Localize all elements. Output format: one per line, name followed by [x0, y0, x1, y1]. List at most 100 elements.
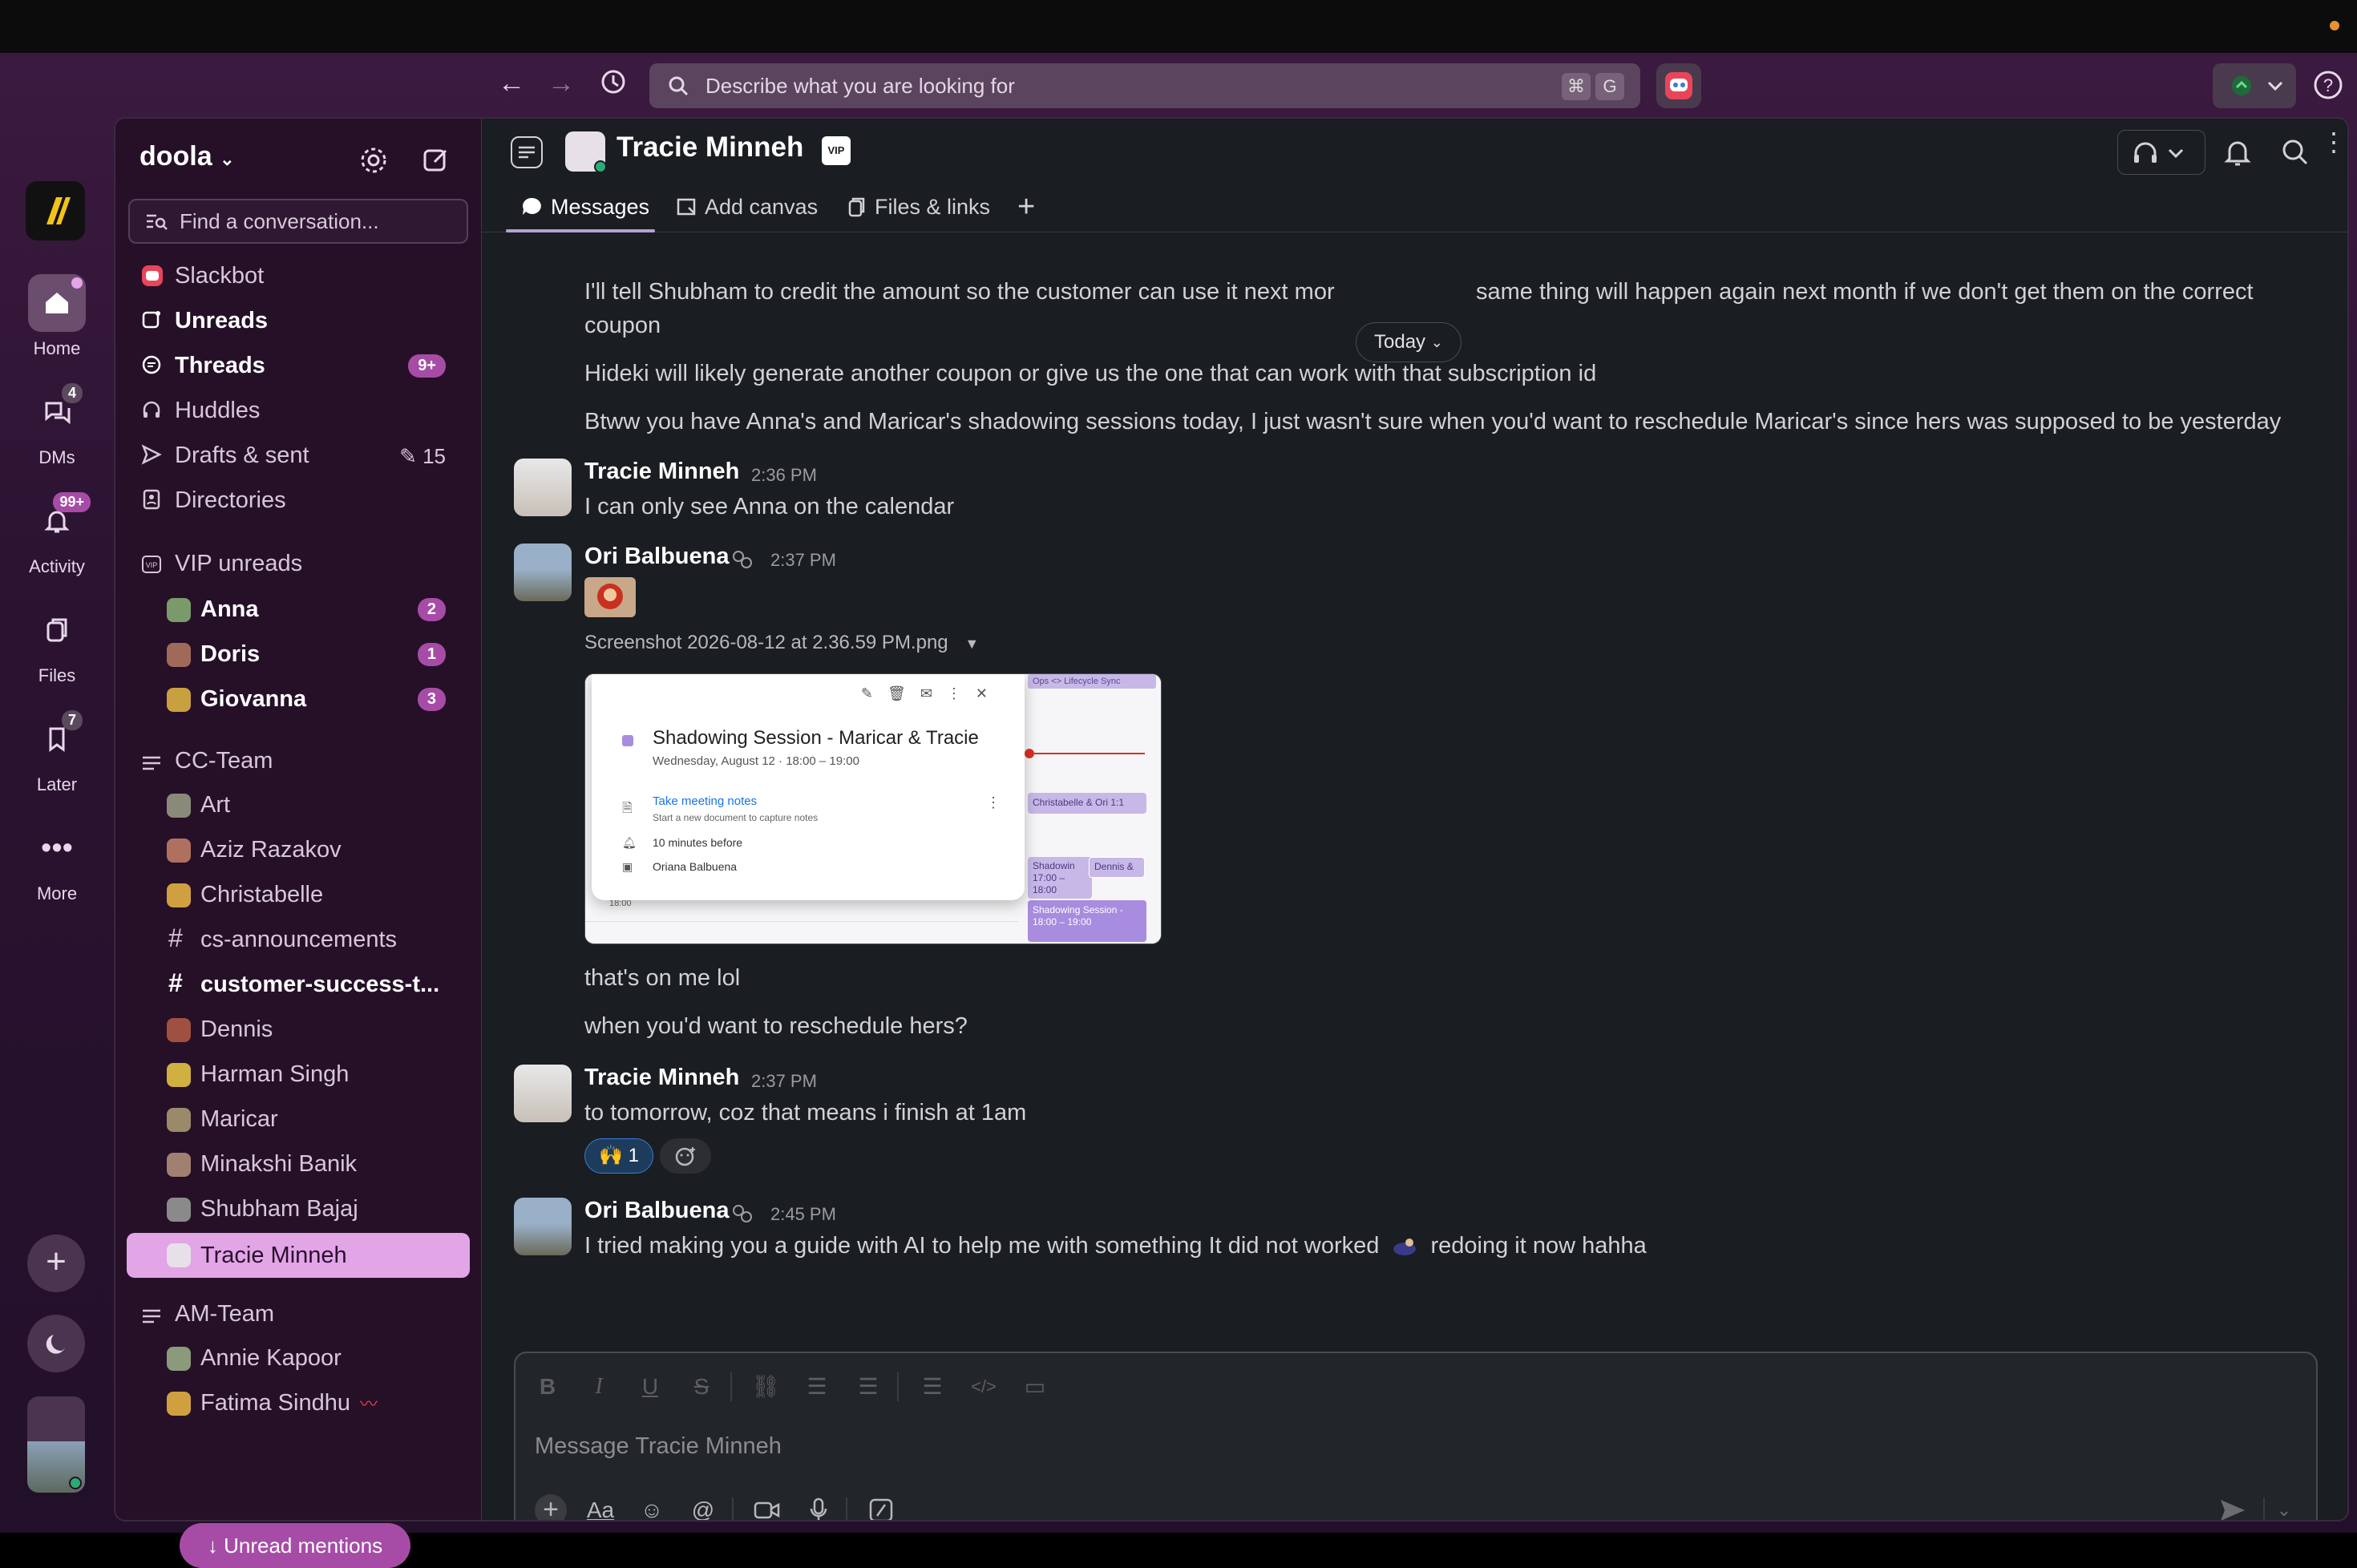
strikethrough-icon[interactable]: S — [687, 1372, 716, 1401]
mention-icon[interactable]: @ — [687, 1494, 719, 1520]
rail-later[interactable]: 7 Later — [0, 710, 114, 795]
rail-files[interactable]: Files — [0, 601, 114, 686]
unread-mentions-button[interactable]: ↓ Unread mentions — [180, 1523, 410, 1568]
video-icon[interactable] — [751, 1494, 783, 1520]
find-conversation-input[interactable]: Find a conversation... — [128, 199, 468, 244]
add-workspace-button[interactable]: + — [27, 1235, 85, 1292]
forward-arrow-icon[interactable]: → — [545, 67, 577, 99]
rail-activity[interactable]: 99+ Activity — [0, 492, 114, 577]
sidebar-toggle-icon[interactable] — [511, 136, 543, 168]
nav-directories[interactable]: Directories — [127, 479, 470, 521]
tab-messages[interactable]: Messages — [520, 189, 649, 224]
ai-assistant-button[interactable] — [1656, 63, 1701, 108]
channel-item[interactable]: Shubham Bajaj — [127, 1188, 470, 1230]
channel-item[interactable]: Fatima Sindhu 〰 — [127, 1382, 470, 1424]
channel-item[interactable]: Maricar — [127, 1098, 470, 1140]
compose-icon[interactable] — [420, 144, 452, 176]
channel-item[interactable]: Christabelle — [127, 874, 470, 915]
sticker-image[interactable] — [584, 577, 636, 617]
channel-item[interactable]: Dennis — [127, 1008, 470, 1050]
avatar — [167, 688, 191, 712]
notification-bell-icon[interactable] — [2218, 133, 2257, 172]
blockquote-icon[interactable]: ☰ — [918, 1372, 947, 1401]
ordered-list-icon[interactable]: ☰ — [803, 1372, 831, 1401]
nav-unreads[interactable]: Unreads — [127, 300, 470, 341]
user-avatar[interactable] — [27, 1396, 85, 1493]
gear-icon[interactable] — [358, 144, 390, 176]
channel-item[interactable]: # cs-announcements — [127, 919, 470, 960]
history-icon[interactable] — [597, 67, 629, 99]
channel-item[interactable]: Aziz Razakov — [127, 829, 470, 871]
channel-item[interactable]: Annie Kapoor — [127, 1337, 470, 1379]
message-time[interactable]: 2:37 PM — [751, 1071, 817, 1092]
microphone-icon[interactable] — [803, 1494, 835, 1520]
channel-item[interactable]: Harman Singh — [127, 1053, 470, 1095]
tab-files-links[interactable]: Files & links — [844, 189, 990, 224]
message-author[interactable]: Ori Balbuena — [584, 1198, 730, 1224]
search-input[interactable]: Describe what you are looking for ⌘ G — [649, 63, 1640, 108]
link-icon[interactable]: ⛓ — [751, 1372, 780, 1401]
avatar[interactable] — [514, 1065, 572, 1122]
rail-more[interactable]: ••• More — [0, 819, 114, 904]
channel-item-active[interactable]: Tracie Minneh — [127, 1233, 470, 1278]
add-tab-button[interactable]: + — [1017, 189, 1035, 224]
italic-icon[interactable]: I — [584, 1372, 613, 1401]
screenshot-attachment[interactable]: Ops <> Lifecycle Sync Christabelle & Ori… — [584, 673, 1162, 944]
nav-huddles[interactable]: Huddles — [127, 390, 470, 431]
avatar[interactable] — [514, 544, 572, 601]
formatting-toggle-icon[interactable]: Aa — [584, 1494, 617, 1520]
message-author[interactable]: Ori Balbuena — [584, 544, 730, 570]
rail-home[interactable]: Home — [0, 274, 114, 359]
tab-add-canvas[interactable]: Add canvas — [674, 189, 818, 224]
schedule-send-chevron-icon[interactable]: ⌄ — [2268, 1494, 2300, 1520]
underline-icon[interactable]: U — [636, 1372, 665, 1401]
avatar[interactable] — [565, 131, 607, 173]
bold-icon[interactable]: B — [533, 1372, 562, 1401]
channel-item[interactable]: Doris 1 — [127, 633, 470, 675]
add-reaction-button[interactable] — [660, 1138, 711, 1174]
bulleted-list-icon[interactable]: ☰ — [854, 1372, 883, 1401]
slash-command-icon[interactable] — [865, 1494, 897, 1520]
composer-input[interactable]: Message Tracie Minneh — [535, 1433, 782, 1460]
theme-toggle-button[interactable] — [27, 1315, 85, 1372]
channel-title[interactable]: Tracie Minneh — [617, 131, 803, 164]
attach-plus-button[interactable]: + — [535, 1494, 567, 1520]
back-arrow-icon[interactable]: ← — [495, 67, 528, 99]
emoji-icon[interactable]: ☺ — [636, 1494, 668, 1520]
channel-item[interactable]: Anna 2 — [127, 588, 470, 630]
search-icon[interactable] — [2276, 133, 2315, 172]
avatar[interactable] — [514, 459, 572, 516]
caret-down-icon[interactable]: ▼ — [964, 636, 979, 652]
avatar[interactable] — [514, 1198, 572, 1255]
message-time[interactable]: 2:45 PM — [770, 1204, 836, 1225]
message-time[interactable]: 2:37 PM — [770, 550, 836, 571]
workspace-name[interactable]: doola ⌄ — [139, 141, 235, 172]
section-am-team[interactable]: AM-Team — [127, 1295, 274, 1332]
channel-item[interactable]: Minakshi Banik — [127, 1143, 470, 1185]
workspace-logo[interactable] — [26, 181, 85, 240]
help-icon[interactable]: ? — [2311, 67, 2346, 103]
status-menu-button[interactable] — [2213, 63, 2296, 108]
huddle-button[interactable] — [2117, 130, 2205, 175]
message-author[interactable]: Tracie Minneh — [584, 1065, 739, 1091]
nav-drafts-sent[interactable]: Drafts & sent ✎ 15 — [127, 434, 470, 476]
current-time-dot — [1025, 749, 1034, 758]
code-block-icon[interactable]: ▭ — [1021, 1372, 1049, 1401]
nav-threads[interactable]: Threads 9+ — [127, 345, 470, 386]
channel-item[interactable]: Art — [127, 784, 470, 826]
attachment-filename[interactable]: Screenshot 2026-08-12 at 2.36.59 PM.png … — [584, 632, 979, 654]
reaction-pill[interactable]: 🙌 1 — [584, 1138, 653, 1174]
date-divider-today[interactable]: Today ⌄ — [1356, 322, 1462, 362]
rail-dms[interactable]: 4 DMs — [0, 383, 114, 468]
code-icon[interactable]: </> — [969, 1372, 998, 1401]
section-cc-team[interactable]: CC-Team — [127, 742, 273, 779]
message-time[interactable]: 2:36 PM — [751, 465, 817, 486]
channel-item[interactable]: Giovanna 3 — [127, 678, 470, 720]
section-vip-unreads[interactable]: VIP VIP unreads — [127, 545, 302, 582]
message-author[interactable]: Tracie Minneh — [584, 459, 739, 485]
more-vertical-icon[interactable]: ⋮ — [2321, 129, 2347, 172]
send-icon[interactable] — [2217, 1494, 2249, 1520]
app-window: ← → Describe what you are looking for ⌘ … — [0, 53, 2357, 1568]
channel-item[interactable]: # customer-success-t... — [127, 964, 470, 1005]
nav-slackbot[interactable]: Slackbot — [127, 255, 470, 297]
